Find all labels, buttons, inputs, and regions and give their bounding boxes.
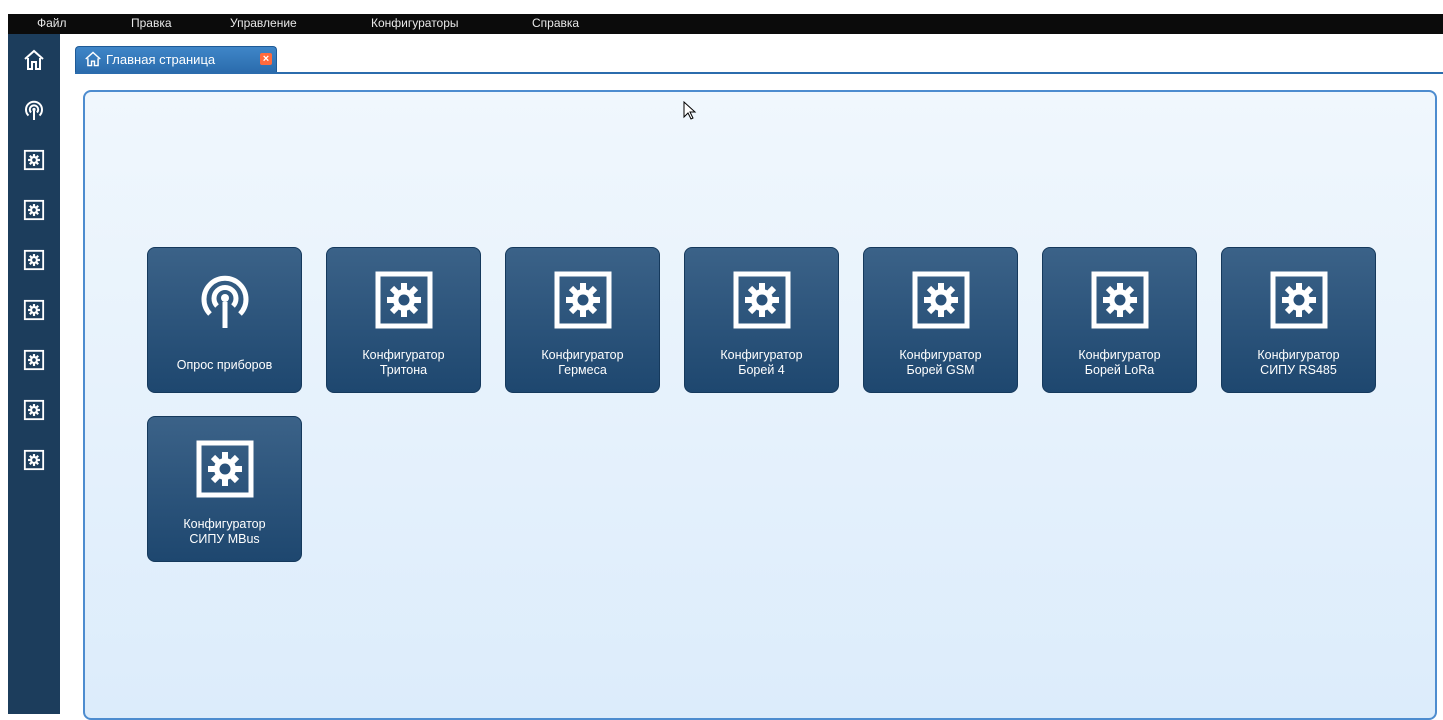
tab-home-label: Главная страница xyxy=(106,52,216,67)
sidebar-item-configurator-borey4[interactable] xyxy=(20,246,48,274)
mouse-cursor-icon xyxy=(683,101,697,120)
tile-configurator-sipu-rs485[interactable]: Конфигуратор СИПУ RS485 xyxy=(1221,247,1376,393)
tile-configurator-borey-lora-label: Конфигуратор Борей LoRa xyxy=(1047,348,1192,378)
sidebar-item-home[interactable] xyxy=(20,46,48,74)
tile-line2: Гермеса xyxy=(558,363,607,377)
gear-box-icon xyxy=(23,249,45,271)
main-area: Главная страница × Опрос приборов Конфиг… xyxy=(60,34,1443,720)
window-left-edge xyxy=(0,0,8,714)
gear-box-icon xyxy=(554,271,612,329)
tile-polling-label: Опрос приборов xyxy=(152,358,297,373)
sidebar-item-configurator-triton[interactable] xyxy=(20,146,48,174)
tile-configurator-germes[interactable]: Конфигуратор Гермеса xyxy=(505,247,660,393)
tile-line2: Борей 4 xyxy=(738,363,785,377)
menu-help[interactable]: Справка xyxy=(532,16,579,30)
tab-home[interactable]: Главная страница × xyxy=(75,46,277,72)
tile-polling[interactable]: Опрос приборов xyxy=(147,247,302,393)
antenna-icon xyxy=(25,100,43,120)
sidebar-item-configurator-sipu-mbus[interactable] xyxy=(20,446,48,474)
tile-line2: СИПУ MBus xyxy=(189,532,260,546)
tile-configurator-borey-gsm-label: Конфигуратор Борей GSM xyxy=(868,348,1013,378)
tile-line2: Тритона xyxy=(379,363,428,377)
tile-configurator-germes-label: Конфигуратор Гермеса xyxy=(510,348,655,378)
tile-configurator-sipu-rs485-label: Конфигуратор СИПУ RS485 xyxy=(1226,348,1371,378)
gear-box-icon xyxy=(196,440,254,498)
gear-box-icon xyxy=(23,399,45,421)
sidebar-item-configurator-borey-lora[interactable] xyxy=(20,346,48,374)
gear-box-icon xyxy=(23,199,45,221)
tile-configurator-triton[interactable]: Конфигуратор Тритона xyxy=(326,247,481,393)
tile-configurator-triton-label: Конфигуратор Тритона xyxy=(331,348,476,378)
tile-line1: Конфигуратор xyxy=(362,348,445,362)
menu-file[interactable]: Файл xyxy=(37,16,67,30)
close-icon[interactable]: × xyxy=(260,53,272,65)
tile-configurator-sipu-mbus[interactable]: Конфигуратор СИПУ MBus xyxy=(147,416,302,562)
gear-box-icon xyxy=(23,449,45,471)
home-icon xyxy=(24,49,44,70)
tile-line2: Борей LoRa xyxy=(1084,363,1155,377)
menu-bar: Файл Правка Управление Конфигураторы Спр… xyxy=(8,14,1443,34)
tile-line1: Конфигуратор xyxy=(720,348,803,362)
tile-line1: Конфигуратор xyxy=(1078,348,1161,362)
tile-line1: Конфигуратор xyxy=(899,348,982,362)
menu-configurators[interactable]: Конфигураторы xyxy=(371,16,459,30)
sidebar-item-configurator-sipu-rs485[interactable] xyxy=(20,396,48,424)
home-icon xyxy=(85,51,101,67)
gear-box-icon xyxy=(23,149,45,171)
gear-box-icon xyxy=(1091,271,1149,329)
tile-line1: Конфигуратор xyxy=(1257,348,1340,362)
tile-polling-line1: Опрос приборов xyxy=(176,358,273,372)
gear-box-icon xyxy=(23,349,45,371)
tile-line1: Конфигуратор xyxy=(541,348,624,362)
tile-configurator-borey-gsm[interactable]: Конфигуратор Борей GSM xyxy=(863,247,1018,393)
tile-configurator-borey4-label: Конфигуратор Борей 4 xyxy=(689,348,834,378)
sidebar-item-configurator-germes[interactable] xyxy=(20,196,48,224)
tile-configurator-sipu-mbus-label: Конфигуратор СИПУ MBus xyxy=(152,517,297,547)
menu-edit[interactable]: Правка xyxy=(131,16,172,30)
tab-strip: Главная страница × xyxy=(60,34,1443,76)
home-panel: Опрос приборов Конфигуратор Тритона Конф… xyxy=(83,90,1437,720)
sidebar-item-configurator-borey-gsm[interactable] xyxy=(20,296,48,324)
gear-box-icon xyxy=(912,271,970,329)
tile-line2: СИПУ RS485 xyxy=(1260,363,1337,377)
antenna-icon xyxy=(201,275,249,328)
gear-box-icon xyxy=(375,271,433,329)
sidebar xyxy=(8,34,60,714)
gear-box-icon xyxy=(733,271,791,329)
tab-underline xyxy=(75,72,1443,74)
tile-configurator-borey-lora[interactable]: Конфигуратор Борей LoRa xyxy=(1042,247,1197,393)
tile-line1: Конфигуратор xyxy=(183,517,266,531)
sidebar-item-polling[interactable] xyxy=(20,96,48,124)
gear-box-icon xyxy=(1270,271,1328,329)
gear-box-icon xyxy=(23,299,45,321)
menu-control[interactable]: Управление xyxy=(230,16,297,30)
tile-configurator-borey4[interactable]: Конфигуратор Борей 4 xyxy=(684,247,839,393)
tile-line2: Борей GSM xyxy=(906,363,975,377)
